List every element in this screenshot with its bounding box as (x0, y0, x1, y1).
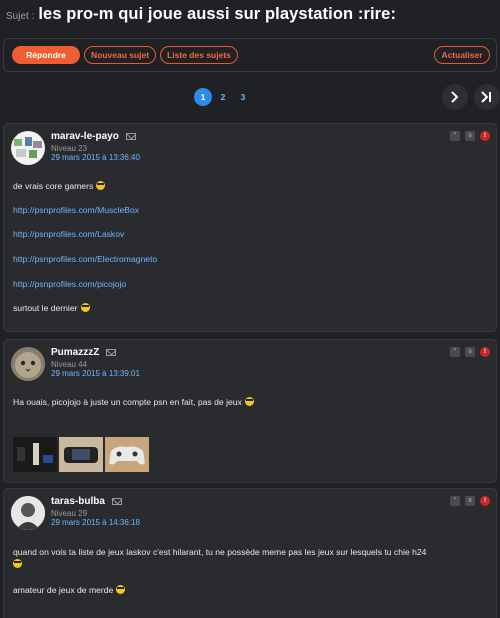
topic-list-button[interactable]: Liste des sujets (160, 46, 238, 64)
author-name[interactable]: taras-bulba (51, 496, 105, 507)
topic-header: Sujet : les pro-m qui joue aussi sur pla… (0, 0, 500, 30)
topic-title: les pro-m qui joue aussi sur playstation… (38, 5, 397, 23)
post-actions: " ≡ ! (450, 496, 490, 506)
alert-icon[interactable]: ! (480, 496, 490, 506)
message-link[interactable]: http://psnprofiles.com/Laskov (13, 229, 124, 239)
thumbnail[interactable] (59, 437, 103, 472)
post-date[interactable]: 29 mars 2015 à 13:39:01 (51, 369, 140, 378)
post-date[interactable]: 29 mars 2015 à 13:36:40 (51, 153, 140, 162)
topic-prefix: Sujet : (6, 11, 35, 22)
menu-icon[interactable]: ≡ (465, 496, 475, 506)
post-date[interactable]: 29 mars 2015 à 14:36:18 (51, 518, 140, 527)
author-name[interactable]: PumazzzZ (51, 347, 99, 358)
handheld-photo-icon (59, 437, 103, 472)
quote-icon[interactable]: " (450, 131, 460, 141)
page-1[interactable]: 1 (194, 88, 212, 106)
message-line: Ha ouais, picojojo à juste un compte psn… (13, 397, 254, 407)
message-line: de vrais core gamers (13, 181, 106, 191)
message-link[interactable]: http://psnprofiles.com/Electromagneto (13, 254, 157, 264)
smiley-icon (96, 181, 106, 190)
message-link[interactable]: http://psnprofiles.com/MuscleBox (13, 205, 139, 215)
avatar[interactable] (11, 131, 45, 165)
menu-icon[interactable]: ≡ (465, 131, 475, 141)
author-level: Niveau 44 (51, 360, 88, 369)
pagination: 1 2 3 (0, 84, 500, 110)
mail-icon[interactable] (111, 498, 122, 505)
avatar[interactable] (11, 496, 45, 530)
controller-photo-icon (105, 437, 149, 472)
quote-icon[interactable]: " (450, 496, 460, 506)
menu-icon[interactable]: ≡ (465, 347, 475, 357)
author-level: Niveau 29 (51, 509, 88, 518)
smiley-icon (13, 559, 22, 568)
post-3: taras-bulba Niveau 29 29 mars 2015 à 14:… (3, 488, 497, 618)
refresh-button[interactable]: Actualiser (434, 46, 490, 64)
new-topic-button[interactable]: Nouveau sujet (84, 46, 157, 64)
cat-avatar-icon (15, 352, 41, 378)
post-author[interactable]: marav-le-payo (51, 131, 136, 142)
post-author[interactable]: taras-bulba (51, 496, 122, 507)
avatar-image-icon (14, 137, 42, 158)
message-line: surtout le dernier (13, 303, 90, 313)
alert-icon[interactable]: ! (480, 131, 490, 141)
action-toolbar: Répondre Nouveau sujet Liste des sujets … (3, 38, 497, 72)
smiley-icon (116, 585, 126, 594)
next-page-button[interactable] (442, 84, 468, 110)
mail-icon[interactable] (106, 349, 117, 356)
message-link[interactable]: http://psnprofiles.com/picojojo (13, 279, 126, 289)
console-photo-icon (13, 437, 57, 472)
quote-icon[interactable]: " (450, 347, 460, 357)
chevron-right-icon (451, 91, 459, 103)
post-1: marav-le-payo Niveau 23 29 mars 2015 à 1… (3, 123, 497, 332)
mail-icon[interactable] (125, 133, 136, 140)
avatar[interactable] (11, 347, 45, 381)
thumbnail[interactable] (105, 437, 149, 472)
smiley-icon (80, 303, 90, 312)
portrait-avatar-icon (11, 496, 45, 530)
message-line: quand on vois ta liste de jeux laskov c'… (13, 546, 491, 570)
page-2[interactable]: 2 (214, 88, 232, 106)
post-actions: " ≡ ! (450, 347, 490, 357)
reply-button[interactable]: Répondre (12, 46, 80, 64)
alert-icon[interactable]: ! (480, 347, 490, 357)
post-author[interactable]: PumazzzZ (51, 347, 117, 358)
page-3[interactable]: 3 (234, 88, 252, 106)
author-name[interactable]: marav-le-payo (51, 131, 119, 142)
post-actions: " ≡ ! (450, 131, 490, 141)
message-line: amateur de jeux de merde (13, 585, 126, 595)
post-2: PumazzzZ Niveau 44 29 mars 2015 à 13:39:… (3, 339, 497, 483)
smiley-icon (244, 397, 254, 406)
thumbnail[interactable] (13, 437, 57, 472)
last-page-icon (481, 91, 491, 103)
last-page-button[interactable] (474, 84, 500, 110)
author-level: Niveau 23 (51, 144, 88, 153)
